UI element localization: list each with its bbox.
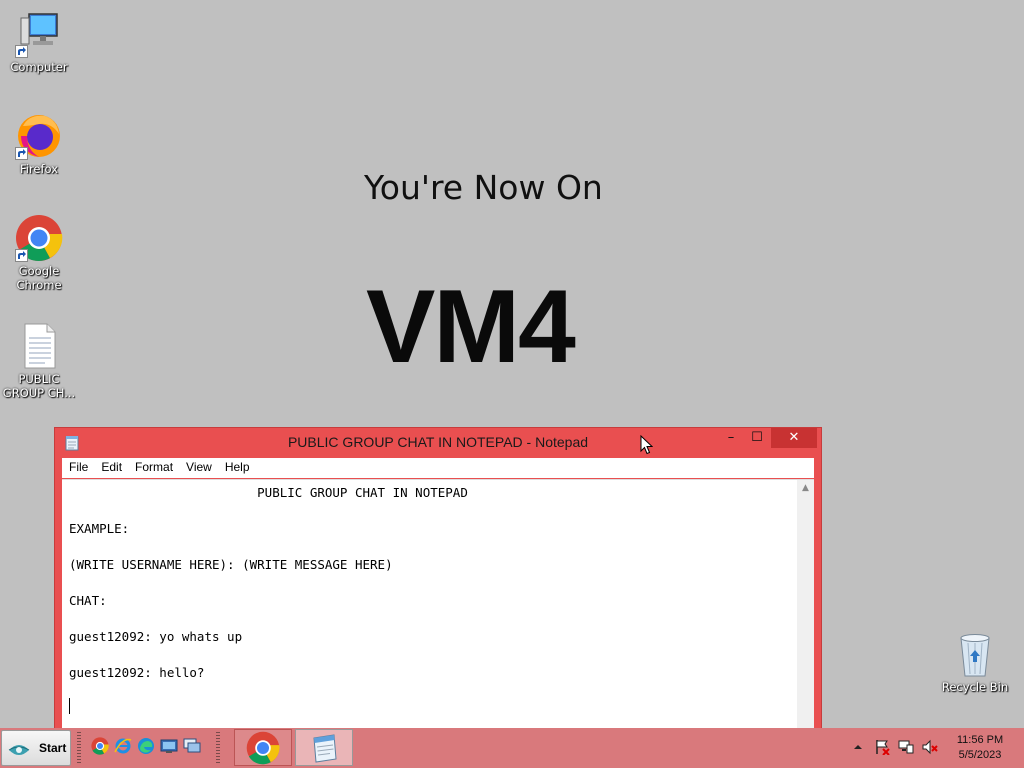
recycle-bin-icon [951,630,999,678]
desktop-icon-label: PUBLIC GROUP CH... [2,372,76,400]
system-clock[interactable]: 11:56 PM 5/5/2023 [944,733,1016,763]
toolbar-grip[interactable] [77,732,81,764]
text-editor[interactable]: PUBLIC GROUP CHAT IN NOTEPAD EXAMPLE: (W… [62,479,814,749]
start-label: Start [39,741,67,755]
chrome-icon [246,731,280,765]
firefox-icon [15,112,63,160]
start-button[interactable]: Start [1,730,71,766]
start-orb-icon [7,738,31,760]
wallpaper-headline: VM4 [366,269,576,385]
menu-format[interactable]: Format [128,458,179,474]
chrome-quicklaunch-icon[interactable] [91,737,109,755]
desktop-icon-label: Computer [10,60,68,74]
window-title: PUBLIC GROUP CHAT IN NOTEPAD - Notepad [287,434,589,450]
desktop-icon-chrome[interactable]: Google Chrome [1,214,77,292]
notepad-icon [313,734,337,763]
desktop-icon-label: Google Chrome [16,264,62,292]
menu-edit[interactable]: Edit [94,458,128,474]
network-icon[interactable] [898,739,914,755]
taskbar: Start 11:56 PM 5/5/2023 [0,728,1024,768]
desktop-icon-text-file[interactable]: PUBLIC GROUP CH... [1,322,77,400]
shortcut-arrow-icon [15,249,28,262]
scroll-up-icon[interactable]: ▲ [797,483,814,493]
menu-view[interactable]: View [179,458,218,474]
internet-explorer-icon[interactable] [114,737,132,755]
desktop-icon-computer[interactable]: Computer [1,10,77,74]
chrome-task-button[interactable] [234,729,292,766]
close-button[interactable]: ✕ [771,428,817,448]
text-file-icon [15,322,63,370]
text-caret [69,698,70,714]
mouse-cursor-icon [640,434,654,459]
toolbar-grip[interactable] [216,732,220,764]
shortcut-arrow-icon [15,147,28,160]
notepad-window[interactable]: PUBLIC GROUP CHAT IN NOTEPAD - Notepad –… [54,427,822,749]
shortcut-arrow-icon [15,45,28,58]
desktop-icon-label: Firefox [19,162,59,176]
computer-icon [15,10,63,58]
vertical-scrollbar[interactable]: ▲ [797,480,814,749]
menu-file[interactable]: File [62,458,94,474]
menu-help[interactable]: Help [218,458,256,474]
minimize-button[interactable]: – [719,428,743,448]
wallpaper-subtitle: You're Now On [364,168,603,207]
chrome-icon [15,214,63,262]
switch-windows-icon[interactable] [183,737,201,755]
clock-time: 11:56 PM [956,734,1004,746]
desktop-icon-label: Recycle Bin [941,680,1009,694]
notepad-task-button[interactable] [295,729,353,766]
menu-bar: File Edit Format View Help [62,458,814,478]
edge-icon[interactable] [137,737,155,755]
desktop-icon-firefox[interactable]: Firefox [1,112,77,176]
show-hidden-icons[interactable] [850,739,866,755]
volume-muted-icon[interactable] [922,739,938,755]
action-center-flag-icon[interactable] [874,739,890,756]
editor-content[interactable]: PUBLIC GROUP CHAT IN NOTEPAD EXAMPLE: (W… [62,480,814,682]
clock-date: 5/5/2023 [958,749,1002,761]
maximize-button[interactable]: ☐ [745,428,769,448]
desktop-icon-recycle-bin[interactable]: Recycle Bin [937,630,1013,694]
show-desktop-icon[interactable] [160,737,178,755]
title-bar[interactable]: PUBLIC GROUP CHAT IN NOTEPAD - Notepad –… [55,428,821,458]
